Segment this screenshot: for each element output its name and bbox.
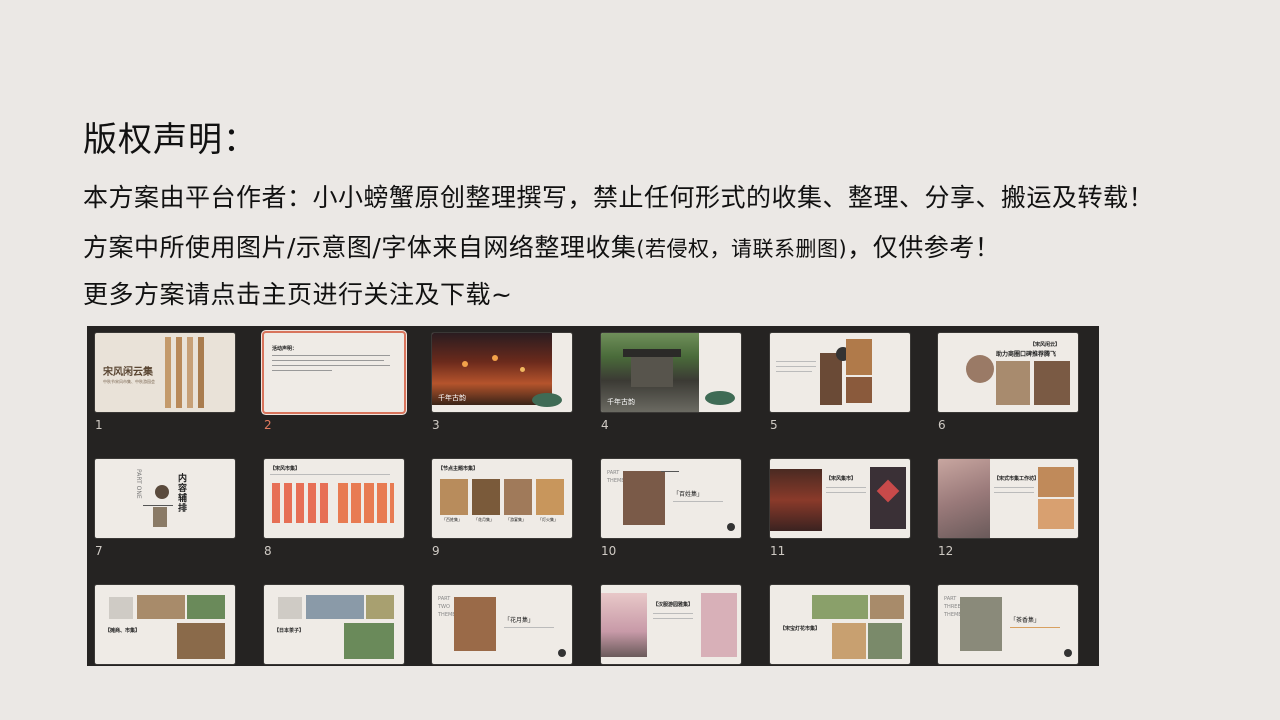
slide-thumbnail-4[interactable]: 千年古韵 (601, 333, 741, 412)
slide-thumbnail-13[interactable]: 【摊商、市集】 (95, 585, 235, 664)
slide-thumbnail-10[interactable]: PART THEME 「百姓集」 (601, 459, 741, 538)
slide-thumbnail-1[interactable]: 宋风闲云集 中秋节宋风市集、中秋游园会 (95, 333, 235, 412)
slide-thumbnail-16[interactable]: 【汉服游园雅集】 (601, 585, 741, 664)
slide-15-title: 「花月集」 (504, 617, 535, 624)
copyright-line-2-note: (若侵权，请联系删图) (636, 237, 848, 261)
page-title: 版权声明： (83, 120, 258, 160)
slide-thumbnail-18[interactable]: PART THREE THEME 「茶香集」 (938, 585, 1078, 664)
slide-4-title: 千年古韵 (607, 398, 635, 406)
slide-14-title: 【日本茶子】 (274, 628, 305, 634)
slide-8-title: 【宋风市集】 (270, 466, 301, 472)
slide-number-4: 4 (601, 418, 609, 432)
slide-9-title: 【节点主题市集】 (438, 466, 479, 472)
slide-7-title: 内容辅排 (176, 473, 186, 513)
slide-number-8: 8 (264, 544, 272, 558)
slide-number-11: 11 (770, 544, 786, 558)
slide-number-5: 5 (770, 418, 778, 432)
slide-1-subtitle: 中秋节宋风市集、中秋游园会 (103, 379, 155, 384)
slide-9-caption-1: 「百姓集」 (442, 517, 462, 522)
slide-6-subtitle: 助力商圈口碑推荐腾飞 (996, 351, 1057, 358)
slide-number-1: 1 (95, 418, 103, 432)
slide-1-title: 宋风闲云集 (103, 367, 153, 378)
slide-7-part: PART ONE (135, 469, 142, 499)
slide-sorter-panel: 宋风闲云集 中秋节宋风市集、中秋游园会 1 活动声明： 2 千年古韵 3 千年古… (87, 326, 1099, 666)
slide-12-title: 【宋式市集工作坊】 (994, 476, 1040, 482)
slide-16-title: 【汉服游园雅集】 (653, 602, 694, 608)
slide-number-7: 7 (95, 544, 103, 558)
slide-thumbnail-15[interactable]: PART TWO THEME 「花月集」 (432, 585, 572, 664)
copyright-line-2-end: ，仅供参考！ (847, 233, 1001, 262)
slide-number-2: 2 (264, 418, 272, 432)
slide-thumbnail-8[interactable]: 【宋风市集】 (264, 459, 404, 538)
slide-9-caption-3: 「游宴集」 (506, 517, 526, 522)
slide-number-9: 9 (432, 544, 440, 558)
slide-thumbnail-6[interactable]: 【宋风闲云】 助力商圈口碑推荐腾飞 (938, 333, 1078, 412)
slide-thumbnail-5[interactable] (770, 333, 910, 412)
slide-thumbnail-17[interactable]: 【宋宝灯花市集】 (770, 585, 910, 664)
slide-number-6: 6 (938, 418, 946, 432)
slide-thumbnail-7[interactable]: PART ONE 内容辅排 (95, 459, 235, 538)
slide-number-10: 10 (601, 544, 617, 558)
slide-thumbnail-9[interactable]: 【节点主题市集】 「百姓集」 「花月集」 「游宴集」 「灯火集」 (432, 459, 572, 538)
slide-thumbnail-12[interactable]: 【宋式市集工作坊】 (938, 459, 1078, 538)
slide-9-caption-4: 「灯火集」 (538, 517, 558, 522)
slide-18-title: 「茶香集」 (1010, 617, 1041, 624)
slide-3-title: 千年古韵 (438, 394, 466, 402)
slide-13-title: 【摊商、市集】 (105, 628, 141, 634)
slide-17-title: 【宋宝灯花市集】 (780, 626, 821, 632)
copyright-line-2-main: 方案中所使用图片/示意图/字体来自网络整理收集 (83, 233, 637, 262)
copyright-line-1: 本方案由平台作者：小小螃蟹原创整理撰写，禁止任何形式的收集、整理、分享、搬运及转… (83, 183, 1155, 212)
slide-number-3: 3 (432, 418, 440, 432)
slide-10-title: 「百姓集」 (673, 491, 704, 498)
slide-6-title: 【宋风闲云】 (1030, 342, 1061, 348)
copyright-line-2: 方案中所使用图片/示意图/字体来自网络整理收集(若侵权，请联系删图)，仅供参考！ (83, 228, 1000, 264)
slide-thumbnail-3[interactable]: 千年古韵 (432, 333, 572, 412)
slide-thumbnail-2[interactable]: 活动声明： (264, 333, 404, 412)
slide-number-12: 12 (938, 544, 954, 558)
slide-11-title: 【宋风集市】 (826, 476, 857, 482)
slide-thumbnail-11[interactable]: 【宋风集市】 (770, 459, 910, 538)
slide-thumbnail-14[interactable]: 【日本茶子】 (264, 585, 404, 664)
copyright-line-3: 更多方案请点击主页进行关注及下载~ (83, 280, 513, 309)
slide-2-title: 活动声明： (272, 346, 298, 352)
slide-9-caption-2: 「花月集」 (474, 517, 494, 522)
